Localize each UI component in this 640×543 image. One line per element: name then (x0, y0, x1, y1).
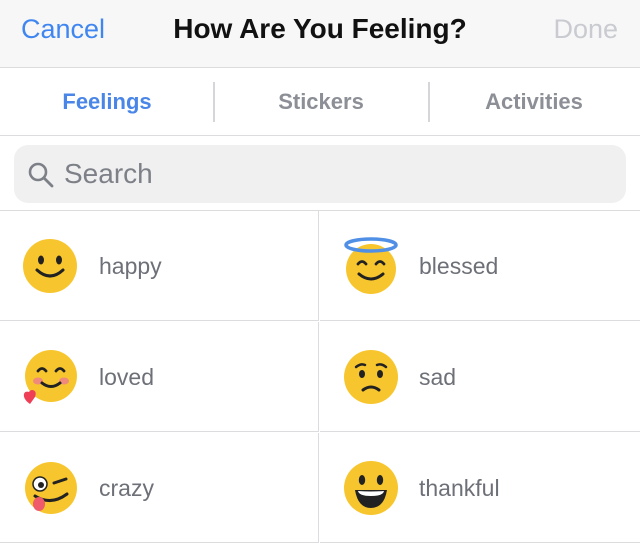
tab-activities[interactable]: Activities (428, 68, 640, 135)
feeling-item-happy[interactable]: happy (0, 211, 319, 321)
tab-bar: Feelings Stickers Activities (0, 68, 640, 136)
done-button[interactable]: Done (553, 14, 618, 45)
feeling-item-crazy[interactable]: crazy (0, 433, 319, 543)
feeling-label: sad (419, 364, 457, 390)
blushing-heart-face-icon (23, 350, 77, 404)
winking-tongue-face-icon (25, 462, 77, 514)
feeling-item-sad[interactable]: sad (320, 322, 640, 432)
tab-stickers[interactable]: Stickers (214, 68, 428, 135)
smiling-face-icon (23, 239, 77, 293)
tab-feelings[interactable]: Feelings (0, 68, 214, 135)
feeling-item-loved[interactable]: loved (0, 322, 319, 432)
search-placeholder: Search (64, 158, 153, 189)
feeling-item-thankful[interactable]: thankful (320, 433, 640, 543)
feeling-label: crazy (99, 475, 154, 501)
grinning-face-icon (344, 461, 398, 515)
search-area: Search (0, 136, 640, 211)
feeling-label: blessed (419, 253, 499, 279)
feeling-item-blessed[interactable]: blessed (320, 211, 640, 321)
feeling-label: happy (99, 253, 162, 279)
search-input[interactable]: Search (14, 145, 626, 203)
search-icon (28, 162, 54, 188)
navigation-bar: Cancel How Are You Feeling? Done (0, 0, 640, 68)
feeling-label: thankful (419, 475, 500, 501)
feeling-label: loved (99, 364, 154, 390)
feelings-grid: happy blessed loved sad crazy thankful (0, 211, 640, 543)
halo-face-icon (344, 237, 398, 294)
sad-face-icon (344, 350, 398, 404)
page-title: How Are You Feeling? (173, 13, 467, 44)
